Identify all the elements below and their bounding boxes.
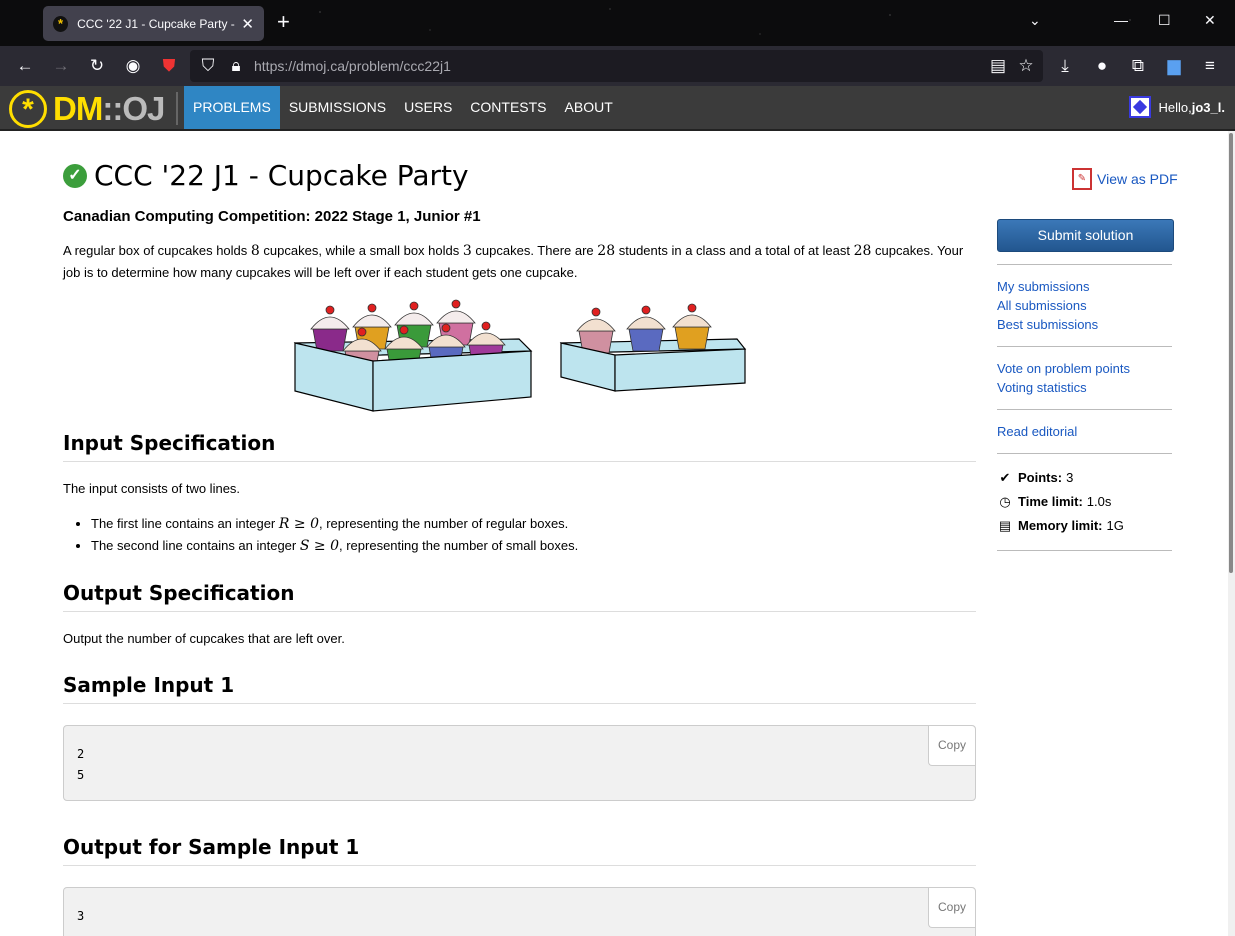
sample-output-heading: Output for Sample Input 1 bbox=[63, 835, 976, 866]
time-limit-info: ◷ Time limit: 1.0s bbox=[997, 490, 1174, 514]
memory-limit-info: ▤ Memory limit: 1G bbox=[997, 514, 1174, 538]
reload-icon[interactable]: ↻ bbox=[87, 56, 107, 76]
reader-view-icon[interactable]: ▤ bbox=[988, 56, 1008, 76]
tab-list-chevron-icon[interactable]: ⌄ bbox=[1029, 12, 1041, 29]
view-pdf-link[interactable]: ✎ View as PDF bbox=[1072, 168, 1178, 190]
nav-problems[interactable]: PROBLEMS bbox=[184, 86, 280, 129]
browser-toolbar: ← → ↻ ◉ ⛊ ⛉ 🔒︎ https://dmoj.ca/problem/c… bbox=[0, 46, 1235, 86]
submit-solution-button[interactable]: Submit solution bbox=[997, 219, 1174, 252]
site-header: * DM::OJ PROBLEMS SUBMISSIONS USERS CONT… bbox=[0, 86, 1235, 131]
menu-icon[interactable]: ≡ bbox=[1200, 56, 1220, 76]
divider bbox=[997, 264, 1172, 265]
divider bbox=[997, 453, 1172, 454]
nav-contests[interactable]: CONTESTS bbox=[461, 86, 555, 129]
code-line: 5 bbox=[77, 768, 85, 782]
account-icon[interactable]: ● bbox=[1092, 56, 1112, 76]
username[interactable]: jo3_l. bbox=[1192, 100, 1225, 115]
list-item: The first line contains an integer R ≥ 0… bbox=[91, 513, 976, 535]
sample-input-code: 2 5 Copy bbox=[63, 725, 976, 801]
nav-users[interactable]: USERS bbox=[395, 86, 461, 129]
input-spec-heading: Input Specification bbox=[63, 431, 976, 462]
divider bbox=[997, 409, 1172, 410]
title-row: ✓ CCC '22 J1 - Cupcake Party bbox=[63, 159, 469, 192]
points-info: ✔ Points: 3 bbox=[997, 466, 1174, 490]
minimize-icon[interactable]: — bbox=[1114, 12, 1128, 28]
page-title: CCC '22 J1 - Cupcake Party bbox=[94, 159, 469, 192]
sample-output-code: 3 Copy bbox=[63, 887, 976, 936]
dmoj-favicon-icon: * bbox=[53, 15, 69, 32]
all-submissions-link[interactable]: All submissions bbox=[997, 296, 1174, 315]
list-item: The second line contains an integer S ≥ … bbox=[91, 535, 976, 557]
code-line: 3 bbox=[77, 909, 85, 923]
best-submissions-link[interactable]: Best submissions bbox=[997, 315, 1174, 334]
solved-check-icon: ✓ bbox=[63, 163, 87, 188]
read-editorial-link[interactable]: Read editorial bbox=[997, 422, 1174, 441]
site-nav: PROBLEMS SUBMISSIONS USERS CONTESTS ABOU… bbox=[184, 86, 622, 129]
user-menu[interactable]: Hello, jo3_l. bbox=[1128, 96, 1225, 118]
tab-title: CCC '22 J1 - Cupcake Party - DM bbox=[77, 16, 237, 31]
input-spec-text: The input consists of two lines. bbox=[63, 481, 241, 496]
nav-submissions[interactable]: SUBMISSIONS bbox=[280, 86, 395, 129]
shield-icon[interactable]: ⛉ bbox=[198, 56, 218, 76]
greeting: Hello, bbox=[1158, 99, 1192, 115]
cupcake-boxes-image bbox=[293, 293, 748, 413]
input-spec-list: The first line contains an integer R ≥ 0… bbox=[63, 513, 976, 557]
ublock-icon[interactable]: ⛊ bbox=[159, 56, 179, 76]
problem-body: Canadian Computing Competition: 2022 Sta… bbox=[63, 208, 976, 936]
problem-sidebar: Submit solution My submissions All submi… bbox=[997, 219, 1174, 563]
logo-divider bbox=[176, 92, 178, 125]
new-tab-icon[interactable]: + bbox=[277, 10, 290, 34]
clock-icon: ◷ bbox=[999, 494, 1011, 509]
problem-subtitle: Canadian Computing Competition: 2022 Sta… bbox=[63, 208, 481, 225]
vote-points-link[interactable]: Vote on problem points bbox=[997, 359, 1174, 378]
bookmark-star-icon[interactable]: ☆ bbox=[1016, 56, 1036, 76]
site-logo[interactable]: DM::OJ bbox=[53, 90, 165, 128]
url-text: https://dmoj.ca/problem/ccc22j1 bbox=[254, 58, 451, 74]
extensions-icon[interactable]: ⧉ bbox=[1128, 56, 1148, 76]
extension-mask-icon[interactable]: ◉ bbox=[123, 56, 143, 76]
problem-intro: A regular box of cupcakes holds 8 cupcak… bbox=[63, 243, 964, 280]
check-icon: ✔ bbox=[999, 470, 1011, 485]
window-close-icon[interactable]: ✕ bbox=[1204, 12, 1216, 29]
copy-button[interactable]: Copy bbox=[927, 888, 975, 928]
pdf-icon: ✎ bbox=[1072, 168, 1092, 190]
page-content: ✓ CCC '22 J1 - Cupcake Party ✎ View as P… bbox=[0, 131, 1228, 936]
view-pdf-label: View as PDF bbox=[1097, 171, 1178, 187]
my-submissions-link[interactable]: My submissions bbox=[997, 277, 1174, 296]
output-spec-heading: Output Specification bbox=[63, 581, 976, 612]
divider bbox=[997, 346, 1172, 347]
page-scrollbar[interactable] bbox=[1228, 131, 1235, 936]
downloads-icon[interactable]: ⤓ bbox=[1055, 56, 1075, 76]
browser-tab-bar: * CCC '22 J1 - Cupcake Party - DM ✕ + ⌄ … bbox=[0, 0, 1235, 46]
nav-about[interactable]: ABOUT bbox=[556, 86, 622, 129]
back-icon[interactable]: ← bbox=[15, 56, 35, 76]
divider bbox=[997, 550, 1172, 551]
sample-input-heading: Sample Input 1 bbox=[63, 673, 976, 704]
code-line: 2 bbox=[77, 747, 85, 761]
browser-tab[interactable]: * CCC '22 J1 - Cupcake Party - DM ✕ bbox=[43, 6, 264, 41]
copy-button[interactable]: Copy bbox=[927, 726, 975, 766]
output-spec-text: Output the number of cupcakes that are l… bbox=[63, 631, 345, 646]
voting-stats-link[interactable]: Voting statistics bbox=[997, 378, 1174, 397]
tab-close-icon[interactable]: ✕ bbox=[241, 15, 254, 33]
document-icon[interactable]: ▆ bbox=[1164, 56, 1184, 76]
memory-icon: ▤ bbox=[998, 518, 1012, 533]
dmoj-logo-icon[interactable]: * bbox=[9, 90, 47, 128]
forward-icon[interactable]: → bbox=[51, 56, 71, 76]
avatar[interactable] bbox=[1128, 96, 1151, 118]
scroll-thumb[interactable] bbox=[1229, 133, 1233, 573]
lock-icon[interactable]: 🔒︎ bbox=[226, 56, 246, 76]
maximize-icon[interactable]: ☐ bbox=[1158, 12, 1171, 29]
url-bar[interactable]: ⛉ 🔒︎ https://dmoj.ca/problem/ccc22j1 ▤ ☆ bbox=[190, 50, 1043, 82]
